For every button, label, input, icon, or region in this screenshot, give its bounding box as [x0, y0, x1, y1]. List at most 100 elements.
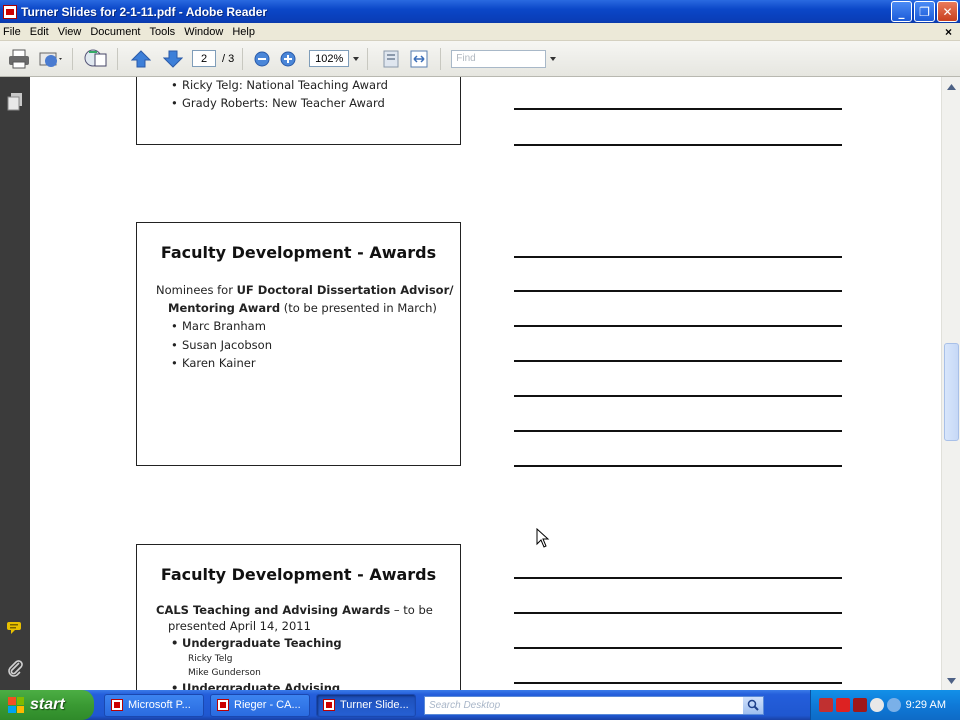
window-title: Turner Slides for 2-1-11.pdf - Adobe Rea… [21, 4, 268, 19]
previous-page-icon[interactable] [128, 46, 154, 72]
title-bar: Turner Slides for 2-1-11.pdf - Adobe Rea… [0, 0, 960, 23]
clock: 9:29 AM [905, 699, 946, 711]
toolbar-separator [440, 47, 442, 70]
document-view[interactable]: Ricky Telg: National Teaching Award Grad… [30, 77, 941, 690]
comments-icon[interactable] [7, 620, 23, 638]
toolbar-separator [242, 47, 244, 70]
slide-3-winner: Mike Gunderson [188, 668, 261, 678]
taskbar-item-label: Turner Slide... [340, 699, 409, 711]
desktop-search-input[interactable]: Search Desktop [424, 695, 764, 715]
slide-3: Faculty Development - Awards CALS Teachi… [136, 544, 461, 690]
taskbar-item-powerpoint[interactable]: Microsoft P... [104, 693, 204, 717]
antivirus-tray-icon[interactable] [853, 698, 867, 712]
pdf-icon [323, 699, 335, 711]
close-document-button[interactable]: × [945, 25, 952, 39]
slide-2: Faculty Development - Awards Nominees fo… [136, 222, 461, 466]
vertical-scrollbar[interactable] [941, 77, 960, 690]
note-line [514, 256, 842, 258]
slide-3-date-line: presented April 14, 2011 [168, 619, 311, 633]
menu-document[interactable]: Document [87, 26, 146, 38]
fit-page-icon[interactable] [378, 46, 404, 72]
page-number-input[interactable]: 2 [192, 50, 216, 67]
toolbar-separator [117, 47, 118, 70]
next-page-icon[interactable] [160, 46, 186, 72]
slide-3-category: Undergraduate Teaching [171, 636, 342, 650]
zoom-out-icon[interactable] [249, 46, 275, 72]
note-line [514, 325, 842, 327]
pages-icon[interactable] [7, 93, 23, 111]
menu-bar: File Edit View Document Tools Window Hel… [0, 23, 960, 41]
zoom-in-icon[interactable] [275, 46, 301, 72]
slide-3-winner: Ricky Telg [188, 654, 233, 664]
toolbar-separator [367, 47, 369, 70]
menu-tools[interactable]: Tools [147, 26, 182, 38]
help-tray-icon[interactable] [887, 698, 901, 712]
email-icon[interactable] [38, 46, 64, 72]
taskbar-item-label: Microsoft P... [128, 699, 191, 711]
collaborate-icon[interactable] [83, 46, 109, 72]
minimize-button[interactable]: _ [891, 1, 912, 22]
network-tray-icon[interactable] [870, 698, 884, 712]
search-icon[interactable] [743, 696, 763, 714]
note-line [514, 144, 842, 146]
maximize-button[interactable]: ❐ [914, 1, 935, 22]
system-tray: 9:29 AM [810, 690, 960, 720]
slide-3-award-note: – to be [390, 603, 433, 617]
slide-2-intro-prefix: Nominees for [156, 283, 237, 297]
toolbar-separator [72, 47, 73, 70]
menu-window[interactable]: Window [181, 26, 229, 38]
navigation-pane [0, 77, 30, 690]
windows-logo-icon [8, 697, 24, 713]
find-dropdown-icon[interactable] [550, 56, 557, 61]
start-label: start [30, 696, 65, 713]
scrollbar-thumb[interactable] [944, 343, 959, 441]
attachments-icon[interactable] [7, 659, 23, 677]
note-line [514, 290, 842, 292]
slide-2-nominee: Karen Kainer [171, 356, 255, 370]
adobe-reader-icon [3, 4, 17, 19]
slide-2-award-name-cont: Mentoring Award [168, 301, 281, 315]
slide-2-award-name: UF Doctoral Dissertation Advisor/ [236, 283, 454, 297]
menu-view[interactable]: View [55, 26, 88, 38]
slide-3-award-name: CALS Teaching and Advising Awards [156, 603, 391, 617]
note-line [514, 108, 842, 110]
desktop-search-placeholder: Search Desktop [429, 699, 501, 711]
slide-2-nominee: Susan Jacobson [171, 338, 272, 352]
find-input[interactable]: Find [451, 49, 547, 68]
slide-1-bullet: Ricky Telg: National Teaching Award [171, 78, 388, 92]
acrobat-tray-icon[interactable] [819, 698, 833, 712]
note-line [514, 647, 842, 649]
pdf-icon [217, 699, 229, 711]
ati-tray-icon[interactable] [836, 698, 850, 712]
mouse-cursor-icon [536, 528, 550, 548]
slide-2-award-note: (to be presented in March) [280, 301, 437, 315]
zoom-dropdown-icon[interactable] [353, 56, 360, 61]
toolbar: 2 / 3 102% Find [0, 41, 960, 77]
scroll-up-icon[interactable] [945, 80, 958, 93]
close-button[interactable]: ✕ [937, 1, 958, 22]
zoom-level-field[interactable]: 102% [309, 50, 350, 67]
note-line [514, 682, 842, 684]
taskbar-item-turner-slides[interactable]: Turner Slide... [316, 693, 416, 717]
powerpoint-icon [111, 699, 123, 711]
note-line [514, 395, 842, 397]
slide-3-title: Faculty Development - Awards [160, 565, 437, 584]
slide-2-title: Faculty Development - Awards [160, 243, 437, 262]
print-icon[interactable] [6, 46, 32, 72]
slide-2-intro-line: Nominees for UF Doctoral Dissertation Ad… [156, 283, 453, 297]
note-line [514, 577, 842, 579]
taskbar-item-rieger[interactable]: Rieger - CA... [210, 693, 310, 717]
slide-1-bullet: Grady Roberts: New Teacher Award [171, 96, 385, 110]
menu-help[interactable]: Help [229, 26, 261, 38]
fit-width-icon[interactable] [406, 46, 432, 72]
page-total: / 3 [222, 52, 235, 65]
taskbar: start Microsoft P... Rieger - CA... Turn… [0, 690, 960, 720]
slide-1: Ricky Telg: National Teaching Award Grad… [136, 77, 461, 145]
scroll-down-icon[interactable] [945, 674, 958, 687]
note-line [514, 612, 842, 614]
slide-2-nominee: Marc Branham [171, 319, 266, 333]
menu-file[interactable]: File [0, 26, 27, 38]
menu-edit[interactable]: Edit [27, 26, 55, 38]
slide-3-category: Undergraduate Advising [171, 681, 340, 690]
start-button[interactable]: start [0, 690, 94, 720]
